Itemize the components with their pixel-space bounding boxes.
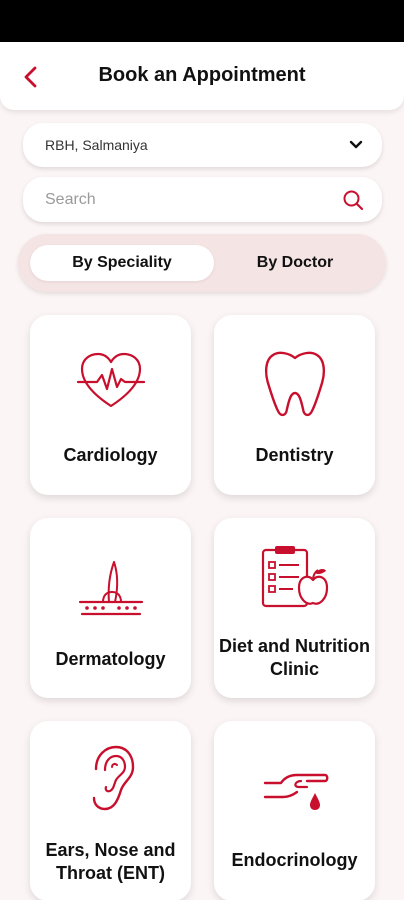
speciality-label: Dermatology [55, 649, 166, 669]
location-select-value: RBH, Salmaniya [45, 137, 148, 153]
speciality-card-diet-nutrition[interactable]: Diet and Nutrition Clinic [214, 518, 375, 698]
skin-hair-icon [78, 561, 143, 616]
speciality-label: Dentistry [255, 445, 334, 465]
tab-by-doctor[interactable]: By Doctor [214, 245, 376, 281]
speciality-card-endocrinology[interactable]: Endocrinology [214, 721, 375, 900]
page-title: Book an Appointment [98, 64, 306, 86]
diet-clipboard-apple-icon [261, 546, 328, 608]
speciality-label: Ears, Nose and Throat (ENT) [45, 840, 176, 883]
tab-by-speciality[interactable]: By Speciality [30, 245, 214, 281]
location-select[interactable]: RBH, Salmaniya [23, 123, 382, 167]
app-header: Book an Appointment [0, 42, 404, 110]
speciality-card-ent[interactable]: Ears, Nose and Throat (ENT) [30, 721, 191, 900]
status-bar [0, 0, 404, 42]
speciality-label: Endocrinology [231, 850, 358, 870]
ear-icon [92, 745, 134, 811]
chevron-down-icon [349, 140, 363, 149]
tooth-icon [264, 351, 325, 417]
search-input[interactable] [45, 190, 342, 209]
speciality-card-dentistry[interactable]: Dentistry [214, 315, 375, 495]
speciality-card-cardiology[interactable]: Cardiology [30, 315, 191, 495]
speciality-label: Diet and Nutrition Clinic [219, 636, 370, 679]
search-field[interactable] [23, 177, 382, 222]
heart-pulse-icon [76, 352, 145, 408]
speciality-card-dermatology[interactable]: Dermatology [30, 518, 191, 698]
speciality-label: Cardiology [63, 445, 158, 465]
search-mode-toggle: By Speciality By Doctor [18, 234, 386, 292]
hand-drop-icon [263, 773, 328, 810]
search-icon[interactable] [342, 189, 364, 211]
